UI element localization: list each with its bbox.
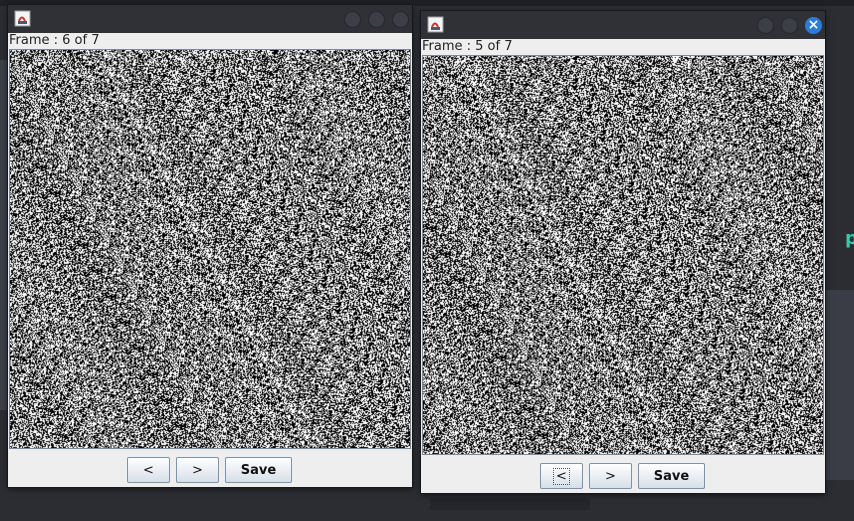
save-label: Save bbox=[240, 462, 277, 478]
minimize-icon[interactable] bbox=[757, 17, 774, 34]
previous-frame-button[interactable]: < bbox=[540, 463, 583, 489]
frame-window-left: Frame : 6 of 7 < > Save bbox=[8, 5, 412, 487]
frame-counter-label: Frame : 6 of 7 bbox=[9, 33, 100, 48]
maximize-icon[interactable] bbox=[368, 11, 385, 28]
navigation-bar: < > Save bbox=[8, 457, 412, 487]
previous-label: < bbox=[553, 467, 570, 485]
next-label: > bbox=[605, 468, 616, 484]
previous-label: < bbox=[143, 462, 154, 478]
frame-image bbox=[422, 55, 824, 455]
close-icon[interactable]: × bbox=[805, 17, 822, 34]
java-app-icon bbox=[427, 16, 444, 33]
frame-window-right: × Frame : 5 of 7 < > Save bbox=[421, 11, 825, 493]
background-partial-glyph: p bbox=[845, 228, 854, 249]
desktop-right-panel bbox=[826, 290, 854, 480]
frame-counter-label: Frame : 5 of 7 bbox=[422, 39, 513, 54]
title-bar[interactable] bbox=[8, 5, 412, 33]
java-app-icon bbox=[14, 10, 31, 27]
close-button-inactive[interactable] bbox=[392, 11, 409, 28]
frame-image bbox=[9, 49, 411, 449]
next-frame-button[interactable]: > bbox=[176, 457, 219, 483]
desktop-bottom-fragment bbox=[430, 498, 590, 510]
previous-frame-button[interactable]: < bbox=[127, 457, 170, 483]
desktop-left-edge bbox=[0, 60, 8, 410]
navigation-bar: < > Save bbox=[421, 463, 825, 493]
next-frame-button[interactable]: > bbox=[589, 463, 632, 489]
next-label: > bbox=[192, 462, 203, 478]
minimize-icon[interactable] bbox=[344, 11, 361, 28]
save-button[interactable]: Save bbox=[225, 457, 292, 483]
maximize-icon[interactable] bbox=[781, 17, 798, 34]
save-button[interactable]: Save bbox=[638, 463, 705, 489]
title-bar[interactable]: × bbox=[421, 11, 825, 39]
save-label: Save bbox=[653, 468, 690, 484]
